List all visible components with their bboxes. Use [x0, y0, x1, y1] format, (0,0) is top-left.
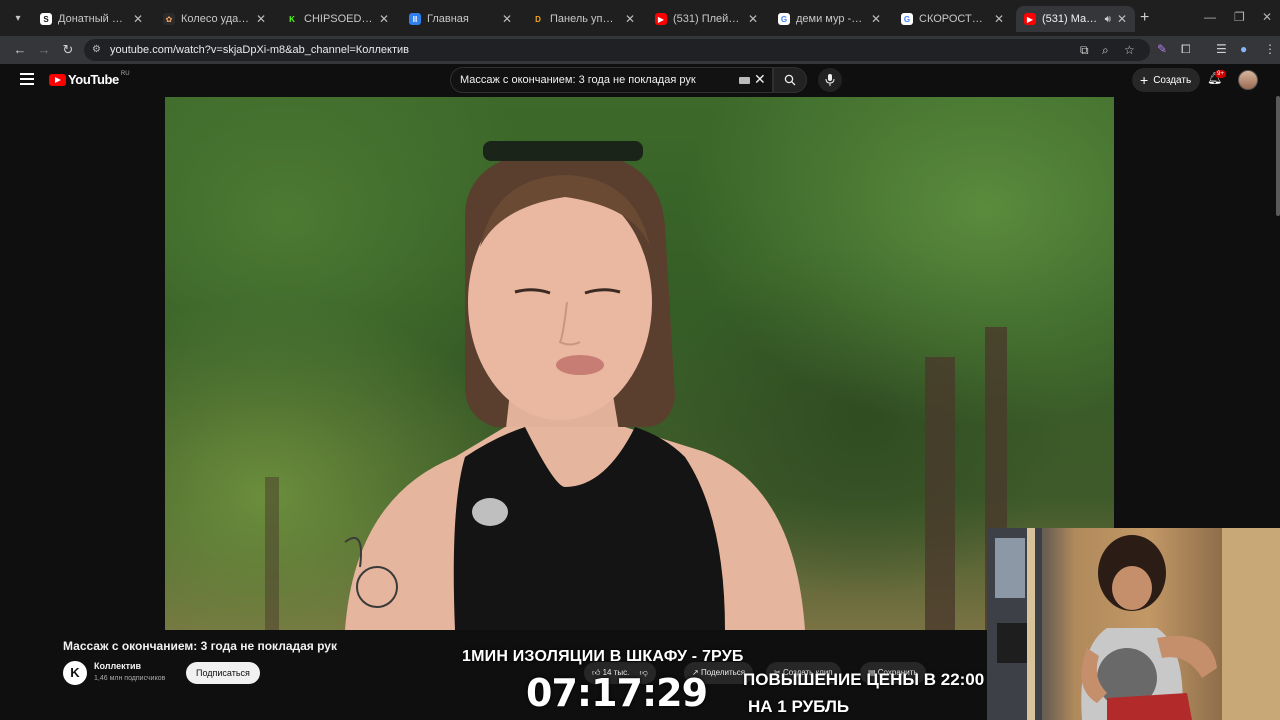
- browser-tab[interactable]: II Главная ✕: [401, 6, 520, 32]
- youtube-logo[interactable]: YouTube RU: [49, 70, 130, 87]
- account-avatar[interactable]: [1238, 70, 1258, 90]
- search-icon: [784, 74, 796, 86]
- tab-close-icon[interactable]: ✕: [256, 12, 266, 26]
- site-info-icon[interactable]: ⚙: [92, 44, 104, 56]
- extensions-puzzle-icon[interactable]: ⧠: [1181, 42, 1191, 57]
- tab-favicon-icon: II: [409, 13, 421, 25]
- youtube-header: YouTube RU Массаж с окончанием: 3 года н…: [0, 64, 1280, 96]
- youtube-play-icon: [49, 73, 66, 86]
- close-window-icon[interactable]: ✕: [1262, 10, 1272, 24]
- tab-close-icon[interactable]: ✕: [1117, 12, 1127, 26]
- tab-close-icon[interactable]: ✕: [133, 12, 143, 26]
- channel-avatar[interactable]: K: [63, 661, 87, 685]
- back-icon[interactable]: ←: [11, 41, 29, 59]
- bookmark-star-icon[interactable]: ☆: [1124, 43, 1135, 57]
- tab-favicon-icon: D: [532, 13, 544, 25]
- url-text[interactable]: youtube.com/watch?v=skjaDpXi-m8&ab_chann…: [110, 44, 409, 56]
- subscribe-button[interactable]: Подписаться: [186, 662, 260, 684]
- reading-list-icon[interactable]: ☰: [1216, 42, 1227, 56]
- forward-icon[interactable]: →: [35, 41, 53, 59]
- install-app-icon[interactable]: ⧉: [1080, 43, 1089, 58]
- tab-title: Донатный таймер (п: [58, 13, 127, 25]
- stream-promo-line3: НА 1 РУБЛЬ: [748, 697, 850, 716]
- pen-extension-icon[interactable]: ✎: [1157, 42, 1167, 56]
- tab-title: CHIPSOED196 Stream: [304, 13, 373, 25]
- browser-tab[interactable]: ▶ (531) Плейлист с но ✕: [647, 6, 766, 32]
- tab-title: (531) Плейлист с но: [673, 13, 742, 25]
- stream-promo-line1: 1МИН ИЗОЛЯЦИИ В ШКАФУ - 7РУБ: [462, 648, 744, 665]
- minimize-icon[interactable]: —: [1204, 10, 1216, 24]
- youtube-logo-text: YouTube: [68, 72, 119, 87]
- tab-close-icon[interactable]: ✕: [379, 12, 389, 26]
- video-frame-person: [344, 141, 805, 630]
- browser-tab[interactable]: S Донатный таймер (п ✕: [32, 6, 151, 32]
- tab-title: деми мур - Поиск в: [796, 13, 865, 25]
- video-player[interactable]: [165, 97, 1114, 630]
- search-button[interactable]: [773, 67, 807, 93]
- browser-tab[interactable]: Gдеми мур - Поиск в ✕: [770, 6, 889, 32]
- browser-tab-strip: ▾ S Донатный таймер (п ✕ ✿ Колесо удачи | Оп…: [0, 0, 1280, 36]
- tab-favicon-icon: ▶: [655, 13, 667, 25]
- profile-icon[interactable]: ●: [1240, 42, 1247, 56]
- tab-favicon-icon: G: [778, 13, 790, 25]
- plus-icon: +: [1140, 72, 1149, 88]
- browser-tab[interactable]: D Панель управления ✕: [524, 6, 643, 32]
- create-button[interactable]: + Создать: [1132, 68, 1201, 92]
- browser-menu-icon[interactable]: ⋮: [1264, 42, 1276, 56]
- zoom-icon[interactable]: ⌕: [1102, 43, 1109, 58]
- channel-name[interactable]: Коллектив: [94, 661, 141, 671]
- notifications-badge: 9+: [1215, 70, 1226, 78]
- browser-tab[interactable]: ▶ (531) Массаж с о 🔊︎ ✕: [1016, 6, 1135, 32]
- tab-close-icon[interactable]: ✕: [871, 12, 881, 26]
- clear-search-icon[interactable]: ✕: [754, 71, 766, 88]
- search-input[interactable]: Массаж с окончанием: 3 года не покладая …: [450, 67, 773, 93]
- create-label: Создать: [1153, 74, 1192, 86]
- tab-close-icon[interactable]: ✕: [994, 12, 1004, 26]
- webcam-person: [987, 528, 1280, 720]
- tab-favicon-icon: S: [40, 13, 52, 25]
- share-label: Поделиться: [700, 668, 746, 677]
- tab-search-button[interactable]: ▾: [8, 8, 28, 28]
- tab-favicon-icon: ✿: [163, 13, 175, 25]
- page-scrollbar[interactable]: [1276, 96, 1280, 216]
- reload-icon[interactable]: ↻: [59, 41, 77, 59]
- keyboard-icon[interactable]: [739, 77, 750, 84]
- tab-audio-icon[interactable]: 🔊︎: [1105, 14, 1111, 25]
- search-query[interactable]: Массаж с окончанием: 3 года не покладая …: [460, 74, 696, 86]
- tab-close-icon[interactable]: ✕: [748, 12, 758, 26]
- tab-title: СКОРОСТЬ ИНТЕРНЕ: [919, 13, 988, 25]
- browser-tab[interactable]: K CHIPSOED196 Stream ✕: [278, 6, 397, 32]
- restore-icon[interactable]: ❐: [1234, 10, 1245, 24]
- tab-favicon-icon: K: [286, 13, 298, 25]
- webcam-overlay: [987, 528, 1280, 720]
- tab-title: Панель управления: [550, 13, 619, 25]
- new-tab-button[interactable]: +: [1140, 9, 1149, 27]
- browser-toolbar: ← → ↻ ⚙ youtube.com/watch?v=skjaDpXi-m8&…: [0, 36, 1280, 64]
- country-code: RU: [120, 70, 130, 77]
- browser-tab[interactable]: G СКОРОСТЬ ИНТЕРНЕ ✕: [893, 6, 1012, 32]
- stream-promo-line2: ПОВЫШЕНИЕ ЦЕНЫ В 22:00: [743, 670, 985, 689]
- stream-timer: 07:17:29: [526, 671, 708, 715]
- menu-icon[interactable]: [20, 73, 34, 85]
- tab-close-icon[interactable]: ✕: [625, 12, 635, 26]
- subscriber-count: 1,46 млн подписчиков: [94, 675, 166, 682]
- tab-close-icon[interactable]: ✕: [502, 12, 512, 26]
- microphone-icon: [825, 74, 835, 86]
- tab-title: Главная: [427, 13, 469, 25]
- video-title: Массаж с окончанием: 3 года не покладая …: [63, 639, 337, 653]
- tab-favicon-icon: ▶: [1024, 13, 1036, 25]
- address-bar[interactable]: ⚙ youtube.com/watch?v=skjaDpXi-m8&ab_cha…: [84, 39, 1150, 61]
- tab-title: Колесо удачи | Опре: [181, 13, 250, 25]
- voice-search-button[interactable]: [818, 68, 842, 92]
- browser-tab[interactable]: ✿ Колесо удачи | Опре ✕: [155, 6, 274, 32]
- tab-title: (531) Массаж с о: [1042, 13, 1101, 25]
- tab-favicon-icon: G: [901, 13, 913, 25]
